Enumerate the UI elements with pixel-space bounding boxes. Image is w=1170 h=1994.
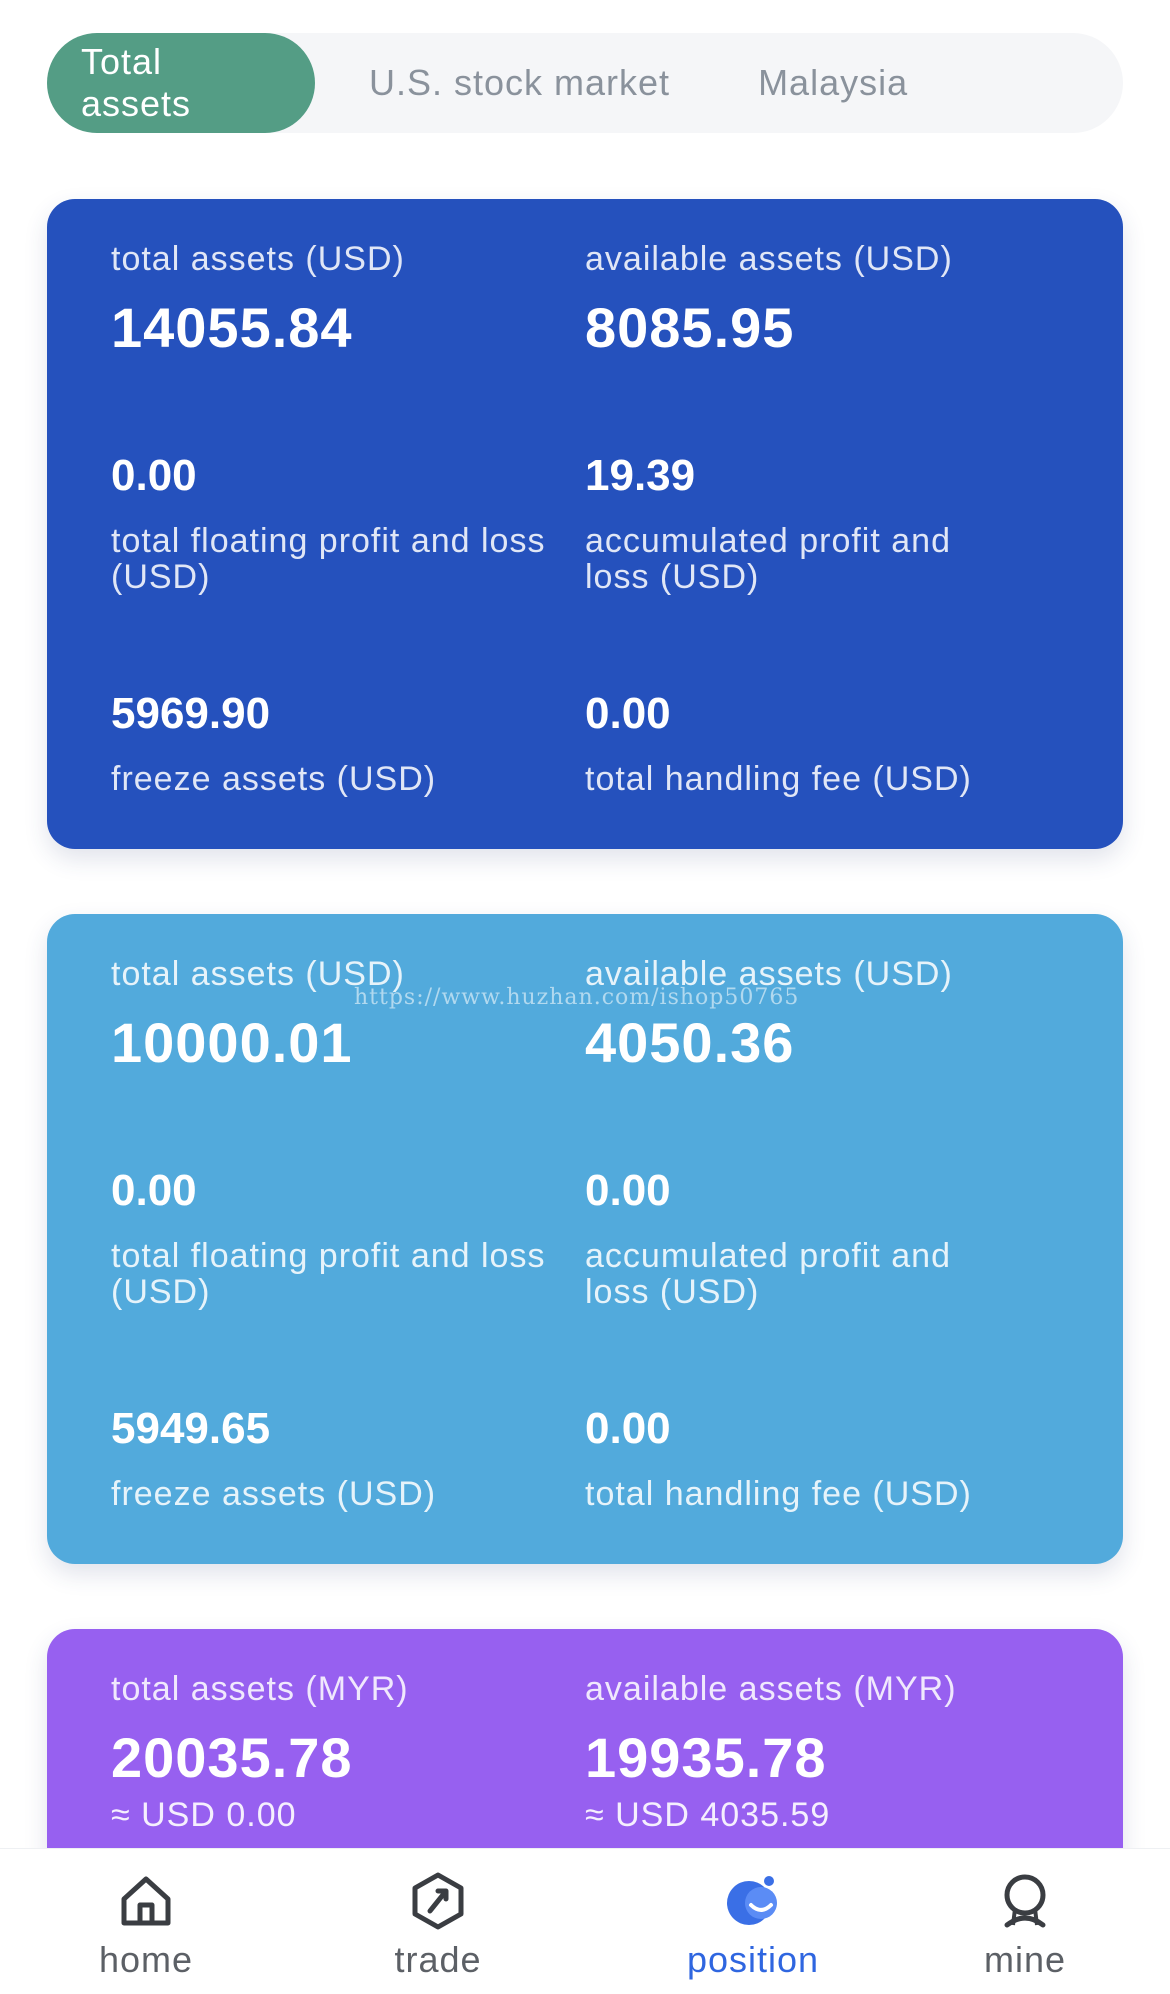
- tab-total-assets[interactable]: Total assets: [47, 33, 315, 133]
- trade-icon: [412, 1872, 464, 1930]
- accumulated-pl-value: 19.39: [585, 451, 696, 500]
- handling-fee-value: 0.00: [585, 1404, 671, 1453]
- floating-pl-label: total floating profit and loss (USD): [111, 522, 546, 596]
- asset-card-us-stock: total assets (USD) 10000.01 available as…: [47, 914, 1123, 1564]
- nav-position[interactable]: position: [678, 1849, 828, 1994]
- nav-home[interactable]: home: [96, 1849, 196, 1994]
- total-assets-value: 20035.78: [111, 1726, 353, 1789]
- position-icon: [727, 1876, 777, 1925]
- accumulated-pl-label: accumulated profit and loss (USD): [585, 522, 951, 596]
- total-assets-label: total assets (MYR): [111, 1670, 409, 1708]
- available-assets-value: 4050.36: [585, 1011, 795, 1074]
- handling-fee-label: total handling fee (USD): [585, 760, 972, 798]
- home-icon: [121, 1876, 171, 1926]
- nav-mine-label: mine: [983, 1939, 1067, 1980]
- floating-pl-value: 0.00: [111, 1166, 197, 1215]
- nav-mine[interactable]: mine: [975, 1849, 1075, 1994]
- handling-fee-value: 0.00: [585, 689, 671, 738]
- total-assets-label: total assets (USD): [111, 240, 405, 278]
- floating-pl-value: 0.00: [111, 451, 197, 500]
- handling-fee-label: total handling fee (USD): [585, 1475, 972, 1513]
- freeze-assets-label: freeze assets (USD): [111, 1475, 437, 1513]
- accumulated-pl-label: accumulated profit and loss (USD): [585, 1237, 951, 1311]
- total-assets-value: 10000.01: [111, 1011, 353, 1074]
- available-assets-label: available assets (USD): [585, 240, 953, 278]
- freeze-assets-value: 5969.90: [111, 689, 271, 738]
- nav-position-label: position: [686, 1939, 820, 1980]
- available-assets-usd-approx: ≈ USD 4035.59: [585, 1796, 831, 1834]
- mine-icon: [1004, 1874, 1046, 1928]
- tab-us-stock-market[interactable]: U.S. stock market: [369, 33, 670, 133]
- freeze-assets-label: freeze assets (USD): [111, 760, 437, 798]
- total-assets-usd-approx: ≈ USD 0.00: [111, 1796, 297, 1834]
- market-tabs: Total assets U.S. stock market Malaysia: [47, 33, 1123, 133]
- available-assets-value: 19935.78: [585, 1726, 827, 1789]
- floating-pl-label: total floating profit and loss (USD): [111, 1237, 546, 1311]
- total-assets-value: 14055.84: [111, 296, 353, 359]
- bottom-nav: home trade position mine: [0, 1848, 1170, 1994]
- asset-card-total: total assets (USD) 14055.84 available as…: [47, 199, 1123, 849]
- nav-home-label: home: [98, 1939, 194, 1980]
- nav-trade[interactable]: trade: [388, 1849, 488, 1994]
- watermark-text: https://www.huzhan.com/ishop50765: [354, 985, 800, 1010]
- accumulated-pl-value: 0.00: [585, 1166, 671, 1215]
- nav-trade-label: trade: [394, 1939, 482, 1980]
- available-assets-label: available assets (MYR): [585, 1670, 957, 1708]
- freeze-assets-value: 5949.65: [111, 1404, 271, 1453]
- tab-malaysia[interactable]: Malaysia: [758, 33, 908, 133]
- available-assets-value: 8085.95: [585, 296, 795, 359]
